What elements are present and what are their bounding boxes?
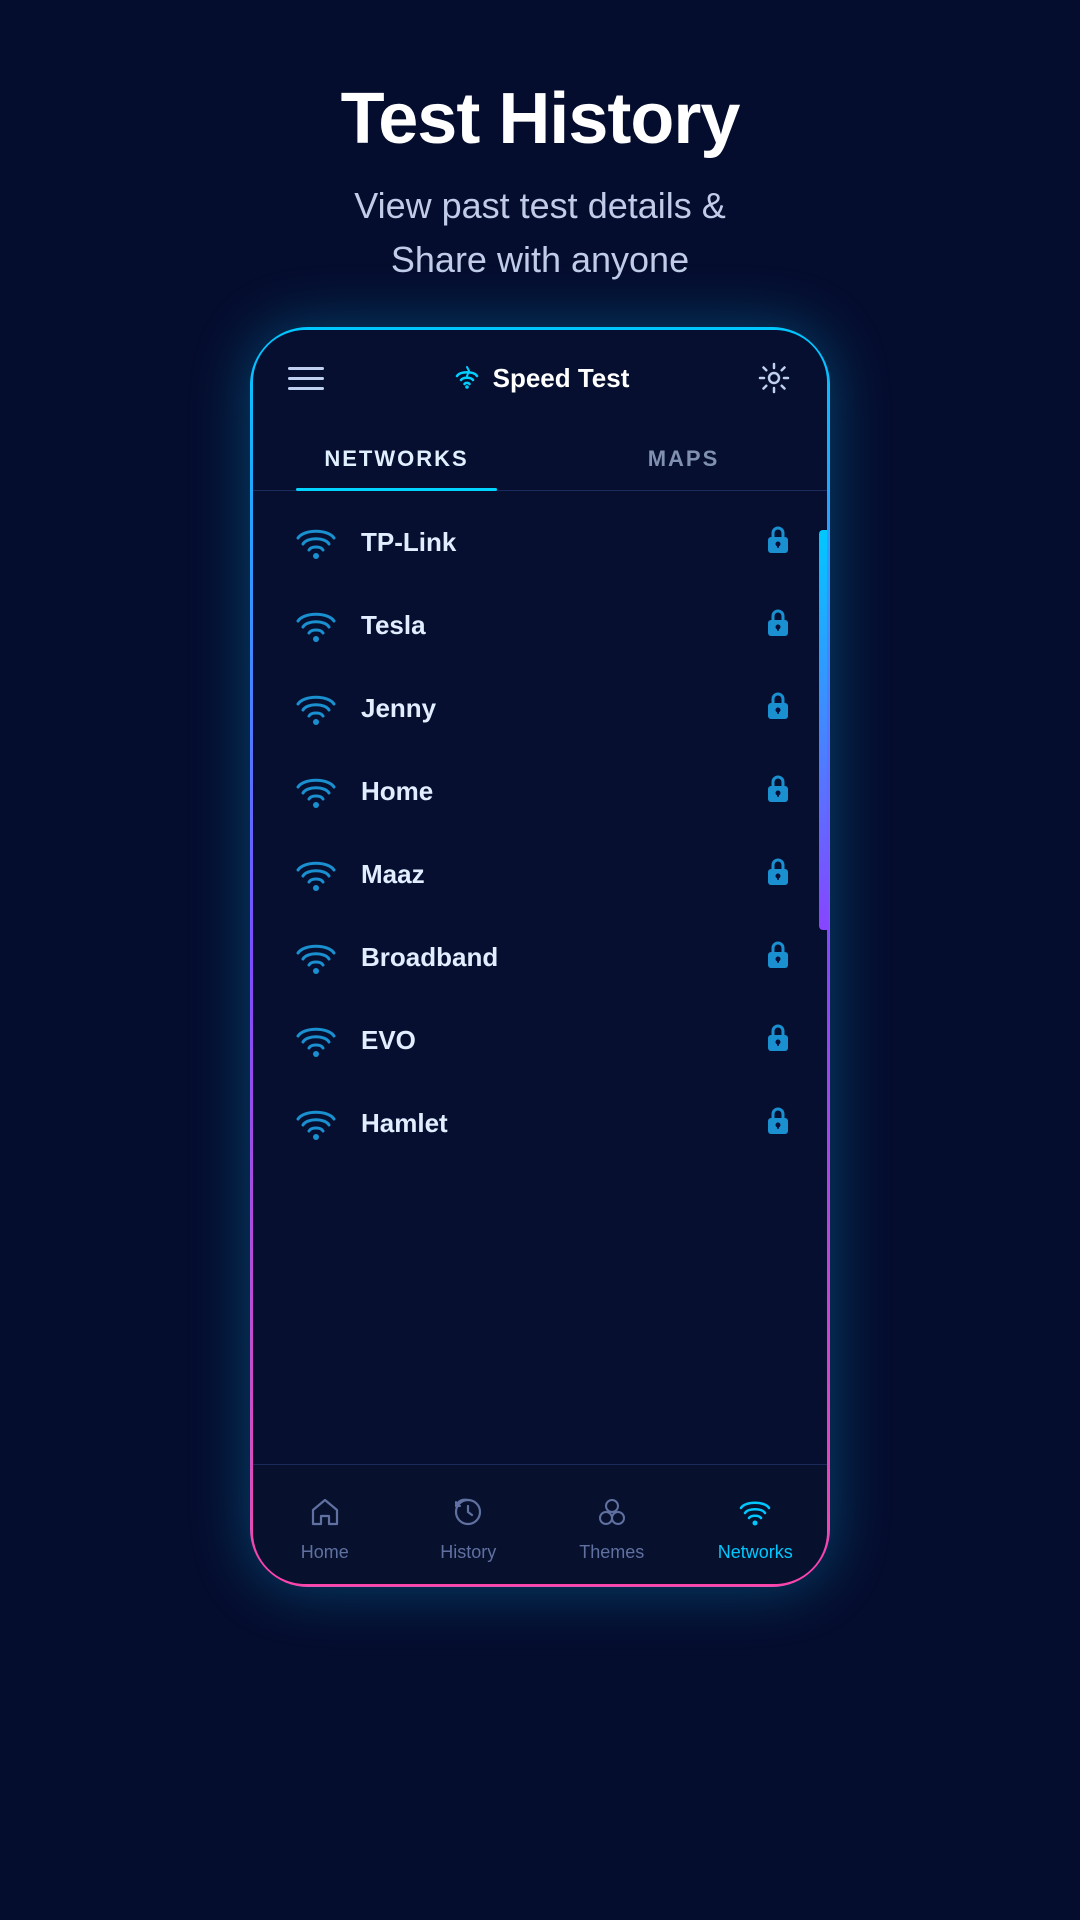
network-name-label: Hamlet xyxy=(361,1108,764,1139)
history-icon xyxy=(452,1496,484,1536)
lock-icon xyxy=(764,523,792,562)
network-list-item[interactable]: Home xyxy=(253,750,827,833)
network-list-item[interactable]: TP-Link xyxy=(253,501,827,584)
nav-item-home[interactable]: Home xyxy=(253,1486,397,1563)
bottom-nav: Home History xyxy=(253,1464,827,1584)
network-list-item[interactable]: Tesla xyxy=(253,584,827,667)
subtitle-line2: Share with anyone xyxy=(391,239,689,280)
network-name-label: Home xyxy=(361,776,764,807)
network-list-item[interactable]: Broadband xyxy=(253,916,827,999)
network-list-item[interactable]: EVO xyxy=(253,999,827,1082)
wifi-signal-icon xyxy=(288,524,343,562)
wifi-signal-icon xyxy=(288,773,343,811)
subtitle-line1: View past test details & xyxy=(354,185,726,226)
network-name-label: Tesla xyxy=(361,610,764,641)
lock-icon xyxy=(764,772,792,811)
phone-inner: Speed Test NETWORKS MAPS T xyxy=(253,330,827,1584)
wifi-signal-icon xyxy=(288,690,343,728)
themes-icon xyxy=(596,1496,628,1536)
wifi-nav-icon xyxy=(737,1496,773,1536)
nav-label-themes: Themes xyxy=(579,1542,644,1563)
nav-label-history: History xyxy=(440,1542,496,1563)
lock-icon xyxy=(764,1021,792,1060)
network-list-item[interactable]: Maaz xyxy=(253,833,827,916)
page-subtitle: View past test details & Share with anyo… xyxy=(0,179,1080,287)
wifi-signal-icon xyxy=(288,856,343,894)
nav-item-history[interactable]: History xyxy=(397,1486,541,1563)
settings-button[interactable] xyxy=(756,360,792,396)
lock-icon xyxy=(764,1104,792,1143)
tab-bar: NETWORKS MAPS xyxy=(253,426,827,491)
wifi-signal-icon xyxy=(288,1022,343,1060)
hamburger-menu-button[interactable] xyxy=(288,367,324,390)
network-list: TP-Link Tesla xyxy=(253,491,827,1175)
lock-icon xyxy=(764,689,792,728)
lock-icon xyxy=(764,855,792,894)
tab-maps[interactable]: MAPS xyxy=(540,426,827,490)
nav-item-networks[interactable]: Networks xyxy=(684,1486,828,1563)
app-title: Speed Test xyxy=(451,362,630,394)
network-list-item[interactable]: Jenny xyxy=(253,667,827,750)
page-title: Test History xyxy=(0,80,1080,159)
network-name-label: Broadband xyxy=(361,942,764,973)
tab-networks[interactable]: NETWORKS xyxy=(253,426,540,490)
app-logo-icon xyxy=(451,362,483,394)
network-list-item[interactable]: Hamlet xyxy=(253,1082,827,1165)
home-icon xyxy=(309,1496,341,1536)
network-name-label: Jenny xyxy=(361,693,764,724)
network-name-label: EVO xyxy=(361,1025,764,1056)
wifi-signal-icon xyxy=(288,939,343,977)
side-accent xyxy=(819,530,827,930)
wifi-signal-icon xyxy=(288,1105,343,1143)
wifi-signal-icon xyxy=(288,607,343,645)
app-name-label: Speed Test xyxy=(493,363,630,394)
lock-icon xyxy=(764,938,792,977)
phone-mockup: Speed Test NETWORKS MAPS T xyxy=(250,327,830,1587)
nav-label-networks: Networks xyxy=(718,1542,793,1563)
network-name-label: TP-Link xyxy=(361,527,764,558)
network-name-label: Maaz xyxy=(361,859,764,890)
nav-label-home: Home xyxy=(301,1542,349,1563)
page-header: Test History View past test details & Sh… xyxy=(0,0,1080,327)
top-bar: Speed Test xyxy=(253,330,827,416)
lock-icon xyxy=(764,606,792,645)
nav-item-themes[interactable]: Themes xyxy=(540,1486,684,1563)
